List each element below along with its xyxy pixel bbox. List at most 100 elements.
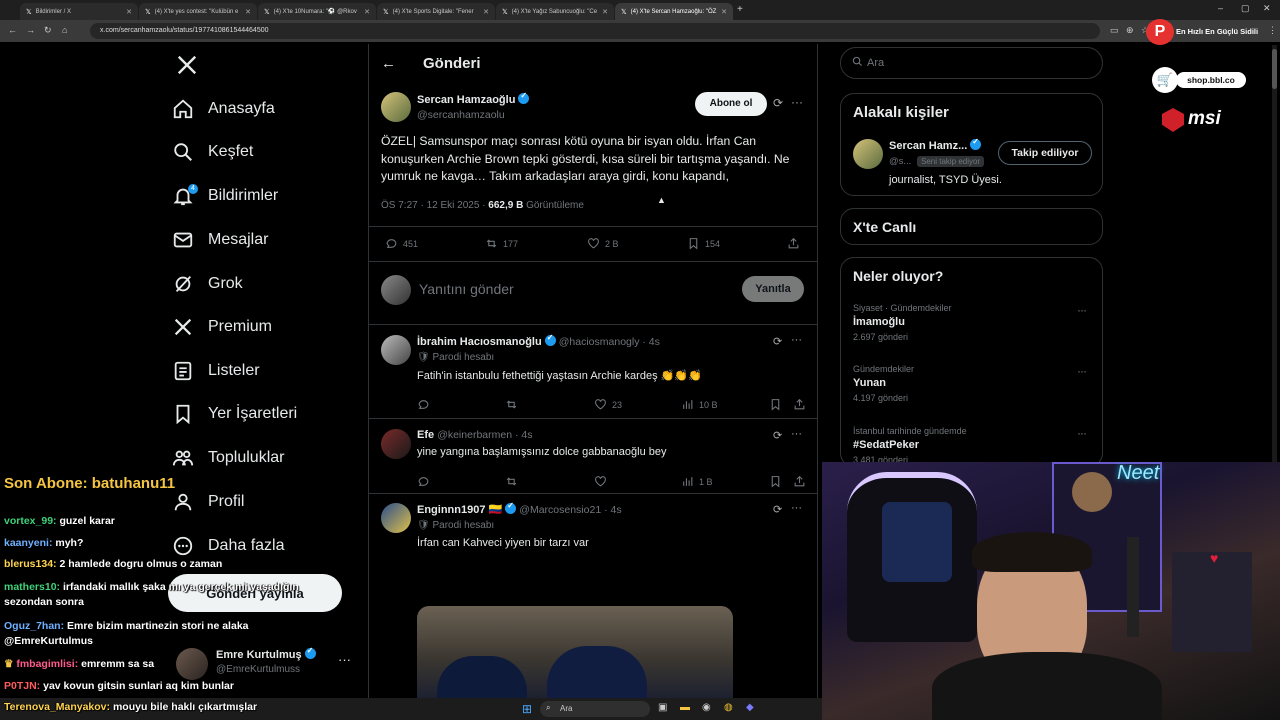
reply-action[interactable]: 451	[385, 237, 418, 250]
author-avatar[interactable]	[381, 92, 411, 122]
account-more-icon[interactable]: ···	[338, 652, 351, 667]
avatar[interactable]	[381, 503, 411, 533]
more-icon[interactable]: ···	[791, 334, 802, 346]
back-icon[interactable]: ←	[8, 25, 17, 35]
taskbar-search[interactable]: ⌕ Ara	[540, 701, 650, 717]
browser-tab[interactable]: 𝕏 (4) X'te 10Numara: "⚽ @Rkov ✕	[258, 3, 376, 20]
sidebar-item-notifications[interactable]: Bildirimler	[172, 178, 278, 214]
like-action[interactable]	[594, 475, 607, 488]
close-icon[interactable]: ✕	[364, 8, 370, 16]
trend-more-icon[interactable]: ···	[1077, 303, 1087, 317]
live-card[interactable]: X'te Canlı	[840, 208, 1103, 245]
reply-tweet[interactable]: İbrahim Hacıosmanoğlu @haciosmanogly · 4…	[369, 325, 817, 418]
views-action[interactable]: 1 B	[681, 475, 713, 488]
sidebar-item-bookmarks[interactable]: Yer İşaretleri	[172, 396, 297, 432]
x-logo-icon[interactable]	[176, 54, 198, 76]
sidebar-item-messages[interactable]: Mesajlar	[172, 222, 268, 258]
forward-icon[interactable]: →	[26, 25, 35, 35]
reply-tweet[interactable]: Enginnn1907 🇨🇴 @Marcosensio21 · 4s ⟳ ···…	[369, 494, 817, 720]
browser-tab[interactable]: 𝕏 (4) X'te Yağız Sabuncuoğlu: "Ce ✕	[496, 3, 614, 20]
search-input[interactable]: Ara	[840, 47, 1103, 79]
window-close-icon[interactable]: ✕	[1263, 3, 1271, 14]
grok-icon[interactable]: ⟳	[773, 96, 783, 110]
menu-icon[interactable]: ⋮	[1268, 25, 1277, 36]
sidebar-item-label: Grok	[208, 275, 243, 292]
home-page-icon[interactable]: ⌂	[62, 25, 67, 35]
sidebar-item-home[interactable]: Anasayfa	[172, 91, 275, 127]
close-icon[interactable]: ✕	[245, 8, 251, 16]
browser-tab[interactable]: 𝕏 Bildirimler / X ✕	[20, 3, 138, 20]
avatar[interactable]	[381, 335, 411, 365]
more-icon[interactable]: ···	[791, 502, 802, 514]
cast-icon[interactable]: ▭	[1110, 25, 1119, 36]
more-icon[interactable]: ···	[791, 428, 802, 440]
browser-tab-active[interactable]: 𝕏 (4) X'te Sercan Hamzaoğlu: "ÖZ ✕	[615, 3, 733, 20]
trend-item[interactable]: Gündemdekiler Yunan 4.197 gönderi	[853, 364, 914, 403]
sidebar-item-premium[interactable]: Premium	[172, 309, 272, 345]
close-icon[interactable]: ✕	[126, 8, 132, 16]
task-view-icon[interactable]: ▣	[658, 702, 667, 713]
share-icon[interactable]	[793, 475, 806, 488]
app-icon[interactable]: ◉	[702, 702, 711, 713]
trend-count: 2.697 gönderi	[853, 332, 909, 342]
zoom-icon[interactable]: ⊕	[1126, 25, 1134, 36]
avatar[interactable]	[853, 139, 883, 169]
share-icon[interactable]	[793, 398, 806, 411]
maximize-icon[interactable]: ▢	[1241, 3, 1250, 14]
reply-tweet[interactable]: Efe @keinerbarmen · 4s ⟳ ··· yine yangın…	[369, 419, 817, 493]
bookmark-action[interactable]: 154	[687, 237, 720, 250]
sidebar-item-grok[interactable]: Grok	[172, 266, 243, 302]
views-action[interactable]: 10 B	[681, 398, 718, 411]
close-icon[interactable]: ✕	[721, 8, 727, 16]
avatar[interactable]	[381, 429, 411, 459]
sidebar-item-lists[interactable]: Listeler	[172, 353, 260, 389]
sidebar-item-communities[interactable]: Topluluklar	[172, 440, 284, 476]
grok-icon[interactable]: ⟳	[773, 429, 782, 442]
close-icon[interactable]: ✕	[602, 8, 608, 16]
scrollbar-thumb[interactable]	[1272, 49, 1277, 89]
trend-item[interactable]: Siyaset · Gündemdekiler İmamoğlu 2.697 g…	[853, 303, 952, 342]
more-icon[interactable]: ···	[791, 95, 803, 109]
sidebar-item-explore[interactable]: Keşfet	[172, 134, 253, 170]
grok-icon[interactable]: ⟳	[773, 503, 782, 516]
reply-action[interactable]	[417, 398, 430, 411]
like-action[interactable]: 23	[594, 398, 622, 411]
reply-action[interactable]	[417, 475, 430, 488]
file-explorer-icon[interactable]: ▬	[680, 702, 690, 713]
windows-start-icon[interactable]: ⊞	[522, 702, 532, 716]
back-arrow-icon[interactable]: ←	[381, 55, 396, 72]
trend-item[interactable]: İstanbul tarihinde gündemde #SedatPeker …	[853, 426, 967, 465]
sidebar-item-profile[interactable]: Profil	[172, 484, 244, 520]
url-input[interactable]: x.com/sercanhamzaolu/status/197741086154…	[90, 23, 1100, 39]
grok-icon[interactable]: ⟳	[773, 335, 782, 348]
reply-author[interactable]: Efe @keinerbarmen · 4s	[417, 429, 532, 441]
new-tab-icon[interactable]: +	[737, 4, 743, 15]
reply-button[interactable]: Yanıtla	[742, 276, 804, 302]
bookmark-icon[interactable]	[769, 398, 782, 411]
reply-author[interactable]: İbrahim Hacıosmanoğlu @haciosmanogly · 4…	[417, 333, 660, 348]
bookmark-icon[interactable]	[769, 475, 782, 488]
close-icon[interactable]: ✕	[483, 8, 489, 16]
repost-action[interactable]	[505, 398, 518, 411]
trend-category: Siyaset · Gündemdekiler	[853, 303, 952, 313]
like-action[interactable]: 2 B	[587, 237, 619, 250]
browser-tab[interactable]: 𝕏 (4) X'te Sports Digitale: "Fener ✕	[377, 3, 495, 20]
reload-icon[interactable]: ↻	[44, 25, 52, 36]
trend-more-icon[interactable]: ···	[1077, 426, 1087, 440]
related-name[interactable]: Sercan Hamz...	[889, 137, 982, 152]
reply-input[interactable]: Yanıtını gönder	[419, 281, 514, 297]
chrome-icon[interactable]: ◍	[724, 702, 733, 713]
following-button[interactable]: Takip ediliyor	[998, 141, 1092, 165]
browser-tab[interactable]: 𝕏 (4) X'te yes contest: "Kulübün e ✕	[139, 3, 257, 20]
trend-more-icon[interactable]: ···	[1077, 364, 1087, 378]
repost-action[interactable]: 177	[485, 237, 518, 250]
account-switcher[interactable]: Emre Kurtulmuş @EmreKurtulmuss ···	[172, 646, 358, 682]
author-handle[interactable]: @sercanhamzaolu	[417, 109, 505, 121]
subscribe-button[interactable]: Abone ol	[695, 92, 767, 116]
minimize-icon[interactable]: –	[1218, 3, 1223, 13]
repost-action[interactable]	[505, 475, 518, 488]
author-name[interactable]: Sercan Hamzaoğlu	[417, 91, 530, 106]
discord-icon[interactable]: ◆	[746, 702, 754, 713]
reply-author[interactable]: Enginnn1907 🇨🇴 @Marcosensio21 · 4s	[417, 501, 622, 516]
share-icon[interactable]	[787, 237, 800, 250]
